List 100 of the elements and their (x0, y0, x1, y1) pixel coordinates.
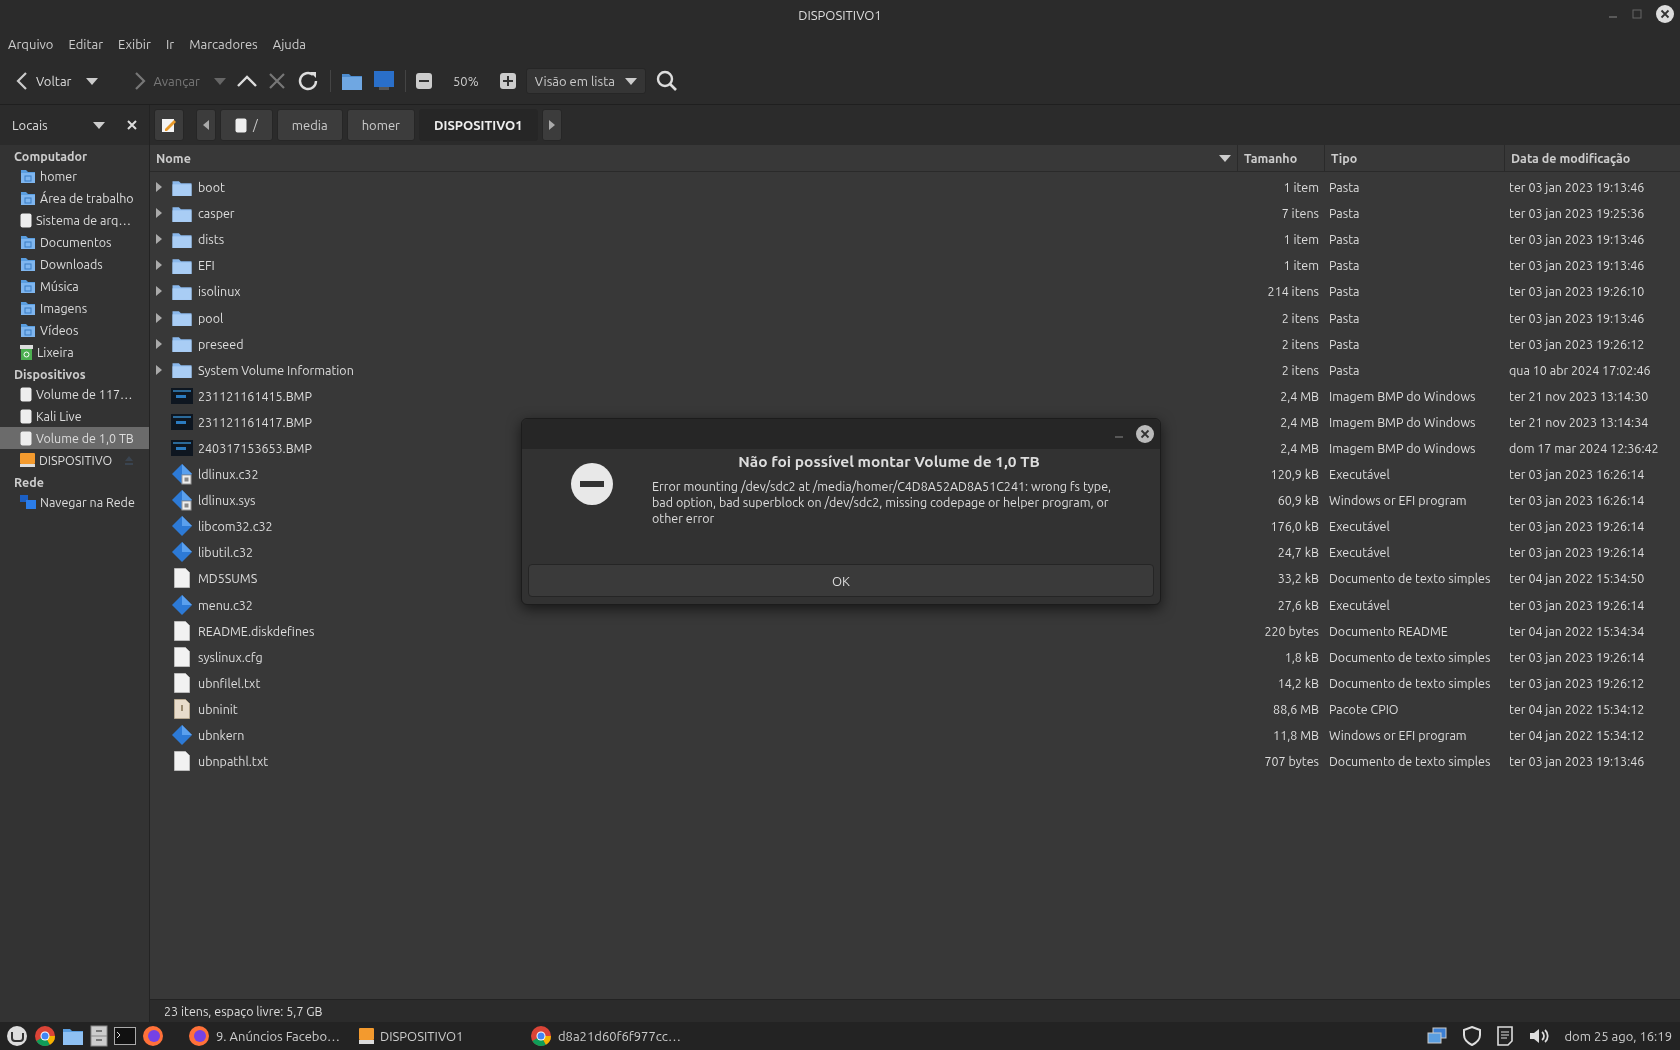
path-forward-button[interactable] (541, 109, 562, 141)
sidebar-item[interactable]: Sistema de arq… (0, 209, 149, 231)
search-icon[interactable] (655, 70, 678, 92)
expander-icon[interactable] (156, 208, 162, 219)
expander-icon[interactable] (156, 182, 162, 193)
sidebar-item[interactable]: Lixeira (0, 341, 149, 363)
path-button[interactable]: media (276, 109, 343, 141)
file-name[interactable]: ldlinux.sys (198, 493, 256, 508)
file-name[interactable]: ubnfilel.txt (198, 675, 261, 690)
file-name[interactable]: System Volume Information (198, 362, 354, 377)
close-icon[interactable] (127, 120, 137, 130)
file-name[interactable]: ubninit (198, 701, 238, 716)
back-button[interactable]: Voltar (12, 67, 76, 95)
taskbar-window-button[interactable]: d8a21d60f6f977cc… (524, 1024, 689, 1048)
path-button[interactable]: DISPOSITIVO1 (419, 109, 538, 141)
file-name[interactable]: ldlinux.c32 (198, 467, 259, 482)
path-back-button[interactable] (196, 109, 216, 141)
taskbar-window-button[interactable]: DISPOSITIVO1 (353, 1027, 518, 1045)
sidebar-header[interactable]: Locais (12, 118, 48, 132)
modified-date: ter 04 jan 2022 15:34:34 (1509, 623, 1645, 638)
cabinet-icon[interactable] (90, 1025, 108, 1047)
sidebar-item[interactable]: Imagens (0, 297, 149, 319)
menu-item[interactable]: Ir (165, 37, 175, 51)
file-name[interactable]: 240317153653.BMP (198, 441, 312, 455)
monitor-icon[interactable] (372, 70, 395, 92)
file-name[interactable]: EFI (198, 258, 215, 273)
file-name[interactable]: libcom32.c32 (198, 519, 273, 534)
executable-icon (171, 593, 193, 616)
file-name[interactable]: dists (198, 232, 225, 247)
expander-icon[interactable] (156, 260, 162, 271)
file-size: 1 item (1283, 232, 1319, 247)
sidebar-item[interactable]: homer (0, 165, 149, 187)
folder-icon (171, 334, 193, 354)
file-name[interactable]: preseed (198, 336, 244, 351)
expander-icon[interactable] (156, 312, 162, 323)
locked-executable-icon (171, 489, 193, 512)
folder-icon (171, 308, 193, 327)
file-name[interactable]: casper (198, 206, 235, 221)
dropdown-caret-icon[interactable] (93, 121, 105, 129)
path-button[interactable]: / (220, 109, 273, 141)
zoom-out-icon[interactable] (415, 73, 432, 89)
file-size: 2 itens (1281, 336, 1319, 351)
sidebar-item[interactable]: Vídeos (0, 319, 149, 341)
file-name[interactable]: pool (198, 310, 224, 325)
sidebar-item[interactable]: Documentos (0, 231, 149, 253)
shield-icon[interactable] (1462, 1026, 1481, 1046)
close-icon[interactable] (1136, 425, 1154, 443)
column-header[interactable]: Data de modificação (1505, 145, 1680, 171)
right-arrow-icon (548, 120, 555, 130)
sidebar-item[interactable]: Área de trabalho (0, 187, 149, 209)
expander-icon[interactable] (156, 338, 162, 349)
column-header[interactable]: Tipo (1325, 145, 1505, 171)
volume-icon[interactable] (1528, 1027, 1549, 1045)
folder-icon (20, 322, 36, 338)
sidebar-item[interactable]: DISPOSITIVO (0, 449, 149, 471)
file-name[interactable]: MD5SUMS (198, 571, 258, 586)
terminal-icon[interactable] (114, 1027, 136, 1045)
dropdown-caret-icon[interactable] (85, 77, 98, 85)
file-name[interactable]: 231121161417.BMP (198, 414, 312, 429)
expander-icon[interactable] (156, 286, 162, 297)
sidebar-item[interactable]: Kali Live (0, 405, 149, 427)
menu-item[interactable]: Ajuda (272, 37, 307, 51)
close-icon[interactable] (1656, 5, 1674, 23)
column-header[interactable]: Tamanho (1238, 145, 1325, 171)
edit-location-button[interactable] (154, 109, 184, 141)
stop-icon[interactable] (267, 72, 286, 90)
file-name[interactable]: boot (198, 180, 225, 195)
file-name[interactable]: libutil.c32 (198, 545, 253, 560)
menu-item[interactable]: Editar (68, 37, 104, 51)
file-name[interactable]: README.diskdefines (198, 623, 315, 638)
file-name[interactable]: ubnpathl.txt (198, 754, 269, 769)
modified-date: ter 03 jan 2023 19:13:46 (1509, 180, 1645, 195)
file-name[interactable]: isolinux (198, 284, 241, 299)
file-name[interactable]: menu.c32 (198, 597, 253, 612)
menu-item[interactable]: Marcadores (189, 37, 258, 51)
file-size: 24,7 kB (1277, 545, 1319, 560)
clock[interactable]: dom 25 ago, 16:19 (1564, 1029, 1672, 1043)
network-icon[interactable] (1426, 1027, 1447, 1045)
sidebar-item[interactable]: Navegar na Rede (0, 491, 149, 513)
sidebar-item[interactable]: Volume de 1,0 TB (0, 427, 149, 449)
expander-icon[interactable] (156, 234, 162, 245)
notes-icon[interactable] (1496, 1026, 1513, 1046)
file-name[interactable]: ubnkern (198, 728, 245, 742)
zoom-in-icon[interactable] (499, 73, 516, 89)
sidebar-item[interactable]: Música (0, 275, 149, 297)
column-header[interactable]: Nome (150, 145, 1238, 171)
folder-icon[interactable] (62, 1026, 84, 1046)
modified-date: ter 03 jan 2023 19:13:46 (1509, 232, 1645, 247)
menu-item[interactable]: Arquivo (8, 37, 54, 51)
file-name[interactable]: 231121161415.BMP (198, 388, 312, 403)
sidebar-item[interactable]: Downloads (0, 253, 149, 275)
view-dropdown[interactable]: Visão em lista (525, 68, 646, 94)
menu-item[interactable]: Exibir (118, 37, 151, 51)
taskbar-window-button[interactable]: 9. Anúncios Facebo… (182, 1024, 347, 1048)
file-size: 2,4 MB (1280, 441, 1319, 455)
expander-icon[interactable] (156, 364, 162, 375)
sidebar-item[interactable]: Volume de 117… (0, 383, 149, 405)
file-name[interactable]: syslinux.cfg (198, 649, 263, 664)
path-button[interactable]: homer (346, 109, 415, 141)
ok-button[interactable]: OK (528, 564, 1154, 597)
